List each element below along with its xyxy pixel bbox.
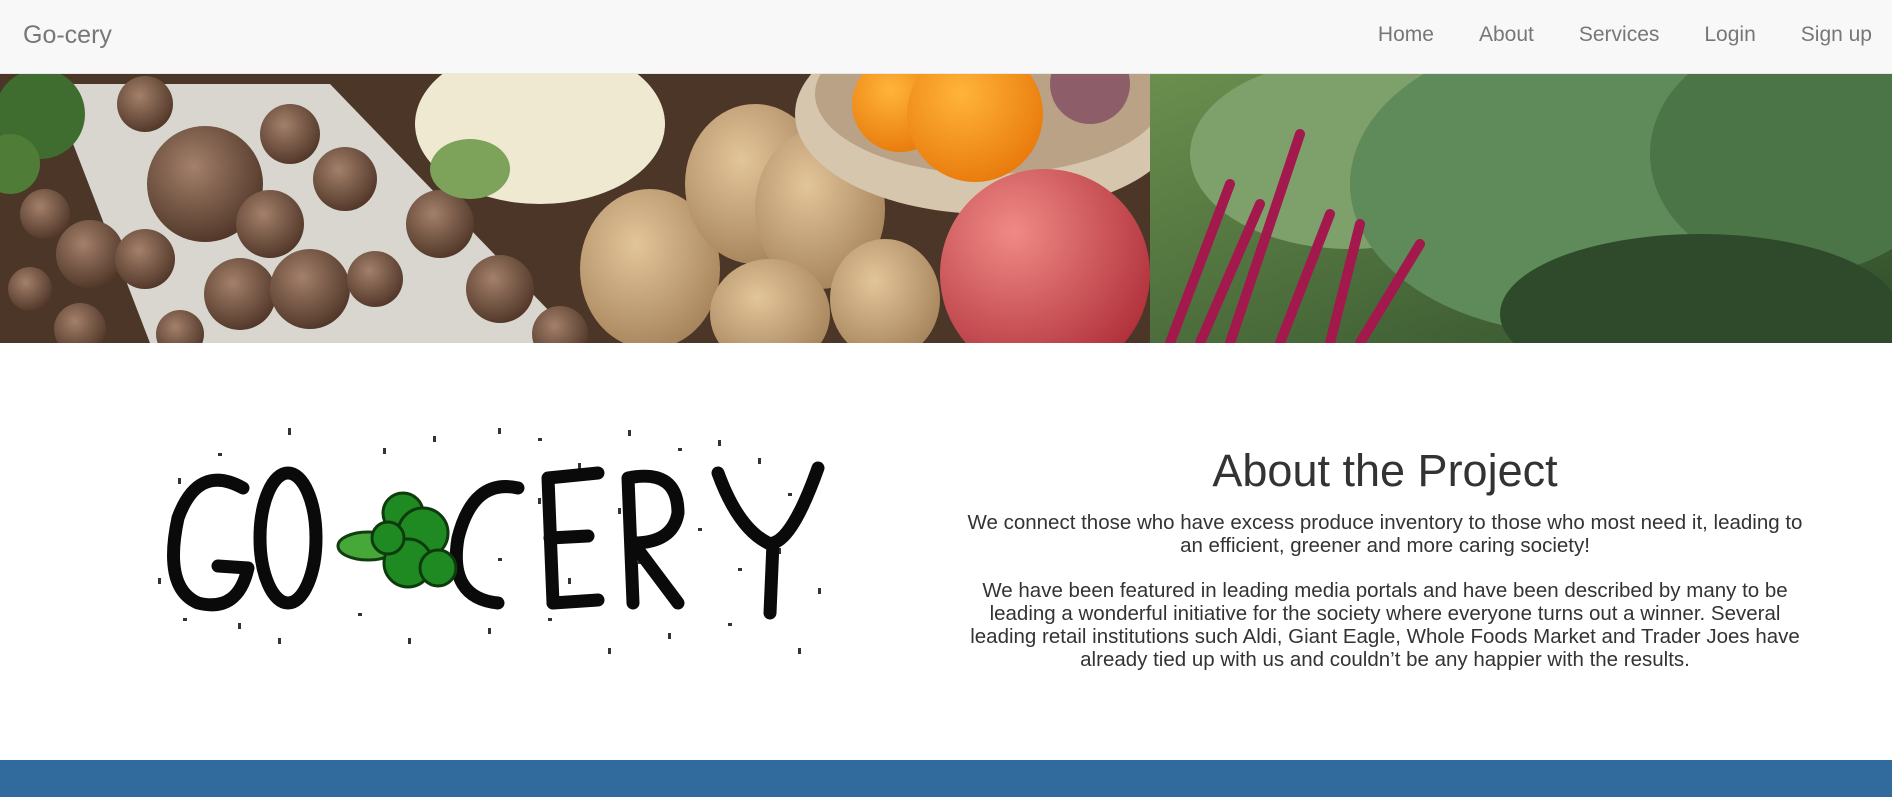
nav-home[interactable]: Home <box>1378 22 1434 48</box>
brand-link[interactable]: Go-cery <box>23 20 112 50</box>
broccoli-icon <box>336 491 458 589</box>
about-title: About the Project <box>1212 445 1558 496</box>
gocery-logo <box>158 418 838 678</box>
hero-banner-image <box>0 74 1892 343</box>
nav-signup[interactable]: Sign up <box>1801 22 1872 48</box>
nav-login[interactable]: Login <box>1704 22 1755 48</box>
nav-services[interactable]: Services <box>1579 22 1660 48</box>
nav-links: Home About Services Login Sign up <box>1333 22 1872 48</box>
footer-bar <box>0 760 1892 797</box>
about-paragraph-2: We have been featured in leading media p… <box>970 579 1800 671</box>
navbar: Go-cery Home About Services Login Sign u… <box>0 0 1892 74</box>
about-section: About the Project We connect those who h… <box>960 445 1810 693</box>
about-paragraph-1: We connect those who have excess produce… <box>967 511 1803 557</box>
nav-about[interactable]: About <box>1479 22 1534 48</box>
